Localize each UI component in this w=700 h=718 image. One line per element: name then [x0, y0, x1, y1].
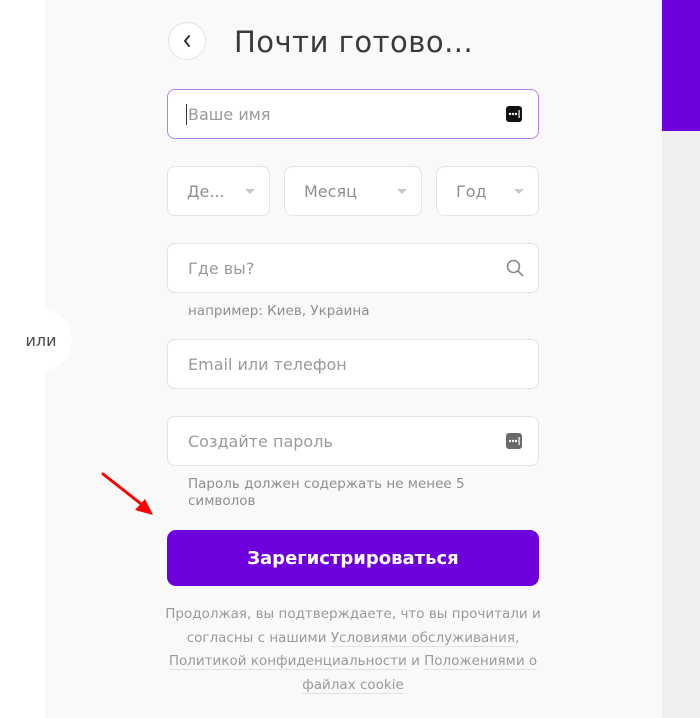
chevron-down-icon [397, 189, 407, 194]
terms-separator: и [406, 653, 425, 669]
search-icon [506, 259, 524, 277]
contact-field-wrapper [167, 339, 539, 389]
location-field-wrapper [167, 243, 539, 293]
password-manager-icon[interactable] [506, 433, 524, 449]
terms-separator: , [514, 629, 520, 646]
contact-input[interactable] [168, 340, 538, 388]
or-divider: или [10, 309, 72, 371]
or-label: или [25, 330, 57, 350]
register-button[interactable]: Зарегистрироваться [167, 530, 539, 586]
password-field-wrapper [167, 416, 539, 466]
back-button[interactable] [168, 22, 206, 60]
right-side-panel [662, 131, 700, 718]
text-cursor [186, 104, 187, 125]
name-input[interactable] [168, 90, 538, 138]
chevron-down-icon [514, 189, 524, 194]
terms-notice: Продолжая, вы подтверждаете, что вы проч… [160, 603, 546, 697]
terms-of-service-link[interactable]: Условиями обслуживания [330, 629, 515, 647]
right-accent-bar [662, 0, 700, 131]
year-select[interactable]: Год [436, 166, 539, 216]
name-field-wrapper [167, 89, 539, 139]
page-title: Почти готово... [234, 25, 474, 59]
day-select[interactable]: Де... [167, 166, 270, 216]
day-select-label: Де... [187, 182, 225, 201]
chevron-left-icon [184, 35, 190, 47]
password-hint: Пароль должен содержать не менее 5 симво… [188, 476, 465, 509]
chevron-down-icon [245, 189, 255, 194]
month-select-label: Месяц [304, 182, 357, 201]
password-input[interactable] [168, 417, 538, 465]
privacy-policy-link[interactable]: Политикой конфиденциальности [168, 653, 407, 670]
password-manager-icon[interactable] [506, 106, 524, 122]
location-hint: например: Киев, Украина [188, 303, 370, 319]
annotation-arrow-icon [101, 472, 153, 515]
year-select-label: Год [456, 182, 487, 201]
month-select[interactable]: Месяц [284, 166, 422, 216]
location-input[interactable] [168, 244, 538, 292]
